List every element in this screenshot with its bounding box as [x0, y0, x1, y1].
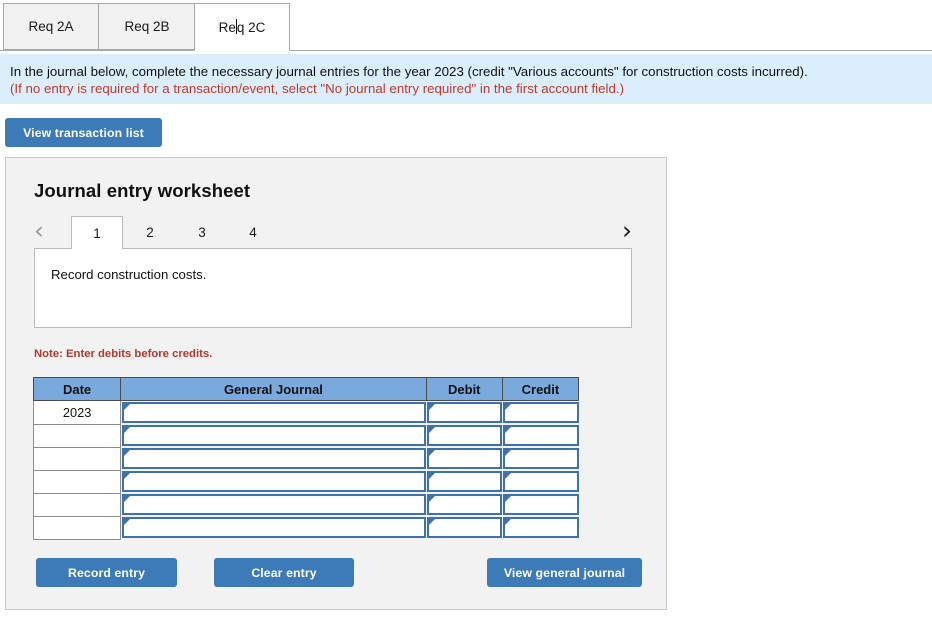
credit-cell-row-5: [502, 493, 579, 516]
debit-cell-row-4: [426, 470, 503, 493]
worksheet-page-tab-3-label: 3: [198, 224, 206, 240]
tab-req-2c-label-part1: Re: [218, 19, 236, 35]
debit-input-row-4[interactable]: [427, 471, 503, 492]
tab-req-2a[interactable]: Req 2A: [3, 3, 99, 50]
instructions-line-1: In the journal below, complete the neces…: [10, 64, 808, 79]
date-cell-row-6[interactable]: [32, 515, 122, 540]
chevron-left-icon[interactable]: ‹: [34, 216, 44, 246]
worksheet-page-tab-4-label: 4: [249, 224, 257, 240]
tab-req-2c-label-part2: q 2C: [236, 19, 266, 35]
chevron-right-icon[interactable]: ›: [622, 216, 632, 246]
general-journal-input-row-5[interactable]: [122, 494, 427, 515]
credit-cell-row-1: [502, 400, 579, 424]
table-row: [32, 492, 579, 517]
tab-req-2b[interactable]: Req 2B: [98, 3, 196, 50]
debit-cell-row-2: [426, 424, 503, 447]
page-title: Journal entry worksheet: [34, 180, 251, 201]
view-general-journal-button[interactable]: View general journal: [487, 558, 642, 587]
worksheet-page-tab-2-label: 2: [146, 224, 154, 240]
tab-strip-underline: [0, 50, 932, 51]
worksheet-page-tab-1[interactable]: 1: [71, 216, 123, 249]
credit-cell-row-3: [502, 447, 579, 470]
journal-entry-worksheet-panel: Journal entry worksheet ‹ 1 2 3 4 › Reco…: [5, 157, 667, 610]
requirement-tab-strip: Req 2A Req 2B Re q 2C: [0, 0, 932, 52]
debit-input-row-2[interactable]: [427, 425, 503, 446]
column-header-general-journal: General Journal: [120, 377, 427, 401]
tab-req-2c[interactable]: Re q 2C: [194, 3, 290, 51]
date-cell-row-4[interactable]: [32, 469, 122, 494]
general-journal-cell-row-1: [120, 400, 427, 424]
debit-cell-row-6: [426, 516, 503, 539]
general-journal-input-row-3[interactable]: [122, 448, 427, 469]
general-journal-input-row-4[interactable]: [122, 471, 427, 492]
date-cell-row-1[interactable]: 2023: [32, 400, 122, 425]
date-cell-row-5[interactable]: [32, 492, 122, 517]
journal-entry-table: Date General Journal Debit Credit 2023: [32, 377, 580, 540]
clear-entry-button[interactable]: Clear entry: [214, 558, 354, 587]
general-journal-input-row-1[interactable]: [122, 402, 427, 423]
view-transaction-list-button[interactable]: View transaction list: [5, 118, 162, 147]
tab-req-2b-label: Req 2B: [124, 19, 170, 34]
view-general-journal-label: View general journal: [503, 565, 626, 580]
debit-cell-row-1: [426, 400, 503, 424]
credit-input-row-4[interactable]: [503, 471, 579, 492]
general-journal-input-row-6[interactable]: [122, 517, 427, 538]
column-header-debit: Debit: [425, 377, 503, 401]
worksheet-page-tab-1-label: 1: [93, 225, 101, 241]
credit-input-row-5[interactable]: [503, 494, 579, 515]
general-journal-cell-row-2: [120, 424, 427, 447]
instructions-banner: In the journal below, complete the neces…: [0, 54, 932, 104]
credit-cell-row-4: [502, 470, 579, 493]
date-cell-row-3[interactable]: [32, 446, 122, 471]
instructions-line-2: (If no entry is required for a transacti…: [10, 81, 625, 96]
worksheet-description-text: Record construction costs.: [51, 267, 207, 282]
clear-entry-label: Clear entry: [251, 565, 317, 580]
table-header-row: Date General Journal Debit Credit: [32, 377, 580, 401]
credit-input-row-3[interactable]: [503, 448, 579, 469]
date-cell-row-2[interactable]: [32, 423, 122, 448]
table-row: [32, 446, 579, 471]
record-entry-button[interactable]: Record entry: [36, 558, 177, 587]
debit-input-row-5[interactable]: [427, 494, 503, 515]
general-journal-input-row-2[interactable]: [122, 425, 427, 446]
worksheet-page-tab-3[interactable]: 3: [176, 216, 228, 248]
worksheet-page-tab-4[interactable]: 4: [227, 216, 279, 248]
credit-input-row-2[interactable]: [503, 425, 579, 446]
credit-input-row-6[interactable]: [503, 517, 579, 538]
table-row: [32, 423, 579, 448]
general-journal-cell-row-5: [120, 493, 427, 516]
debit-input-row-3[interactable]: [427, 448, 503, 469]
worksheet-page-tab-2[interactable]: 2: [124, 216, 176, 248]
view-transaction-list-label: View transaction list: [23, 125, 144, 140]
text-cursor-icon: [235, 18, 237, 34]
debit-cell-row-3: [426, 447, 503, 470]
credit-cell-row-2: [502, 424, 579, 447]
table-row: [32, 515, 579, 540]
table-row: 2023: [32, 400, 579, 425]
general-journal-cell-row-3: [120, 447, 427, 470]
general-journal-cell-row-4: [120, 470, 427, 493]
debit-cell-row-5: [426, 493, 503, 516]
debit-input-row-6[interactable]: [427, 517, 503, 538]
credit-cell-row-6: [502, 516, 579, 539]
debits-before-credits-note: Note: Enter debits before credits.: [34, 348, 213, 360]
worksheet-description-box: Record construction costs.: [34, 248, 632, 328]
worksheet-pagination: ‹ 1 2 3 4 ›: [30, 216, 640, 249]
column-header-credit: Credit: [501, 377, 580, 401]
debit-input-row-1[interactable]: [427, 402, 503, 423]
credit-input-row-1[interactable]: [503, 402, 579, 423]
tab-req-2a-label: Req 2A: [28, 19, 74, 34]
general-journal-cell-row-6: [120, 516, 427, 539]
record-entry-label: Record entry: [67, 565, 146, 580]
column-header-date: Date: [32, 377, 122, 401]
table-row: [32, 469, 579, 494]
